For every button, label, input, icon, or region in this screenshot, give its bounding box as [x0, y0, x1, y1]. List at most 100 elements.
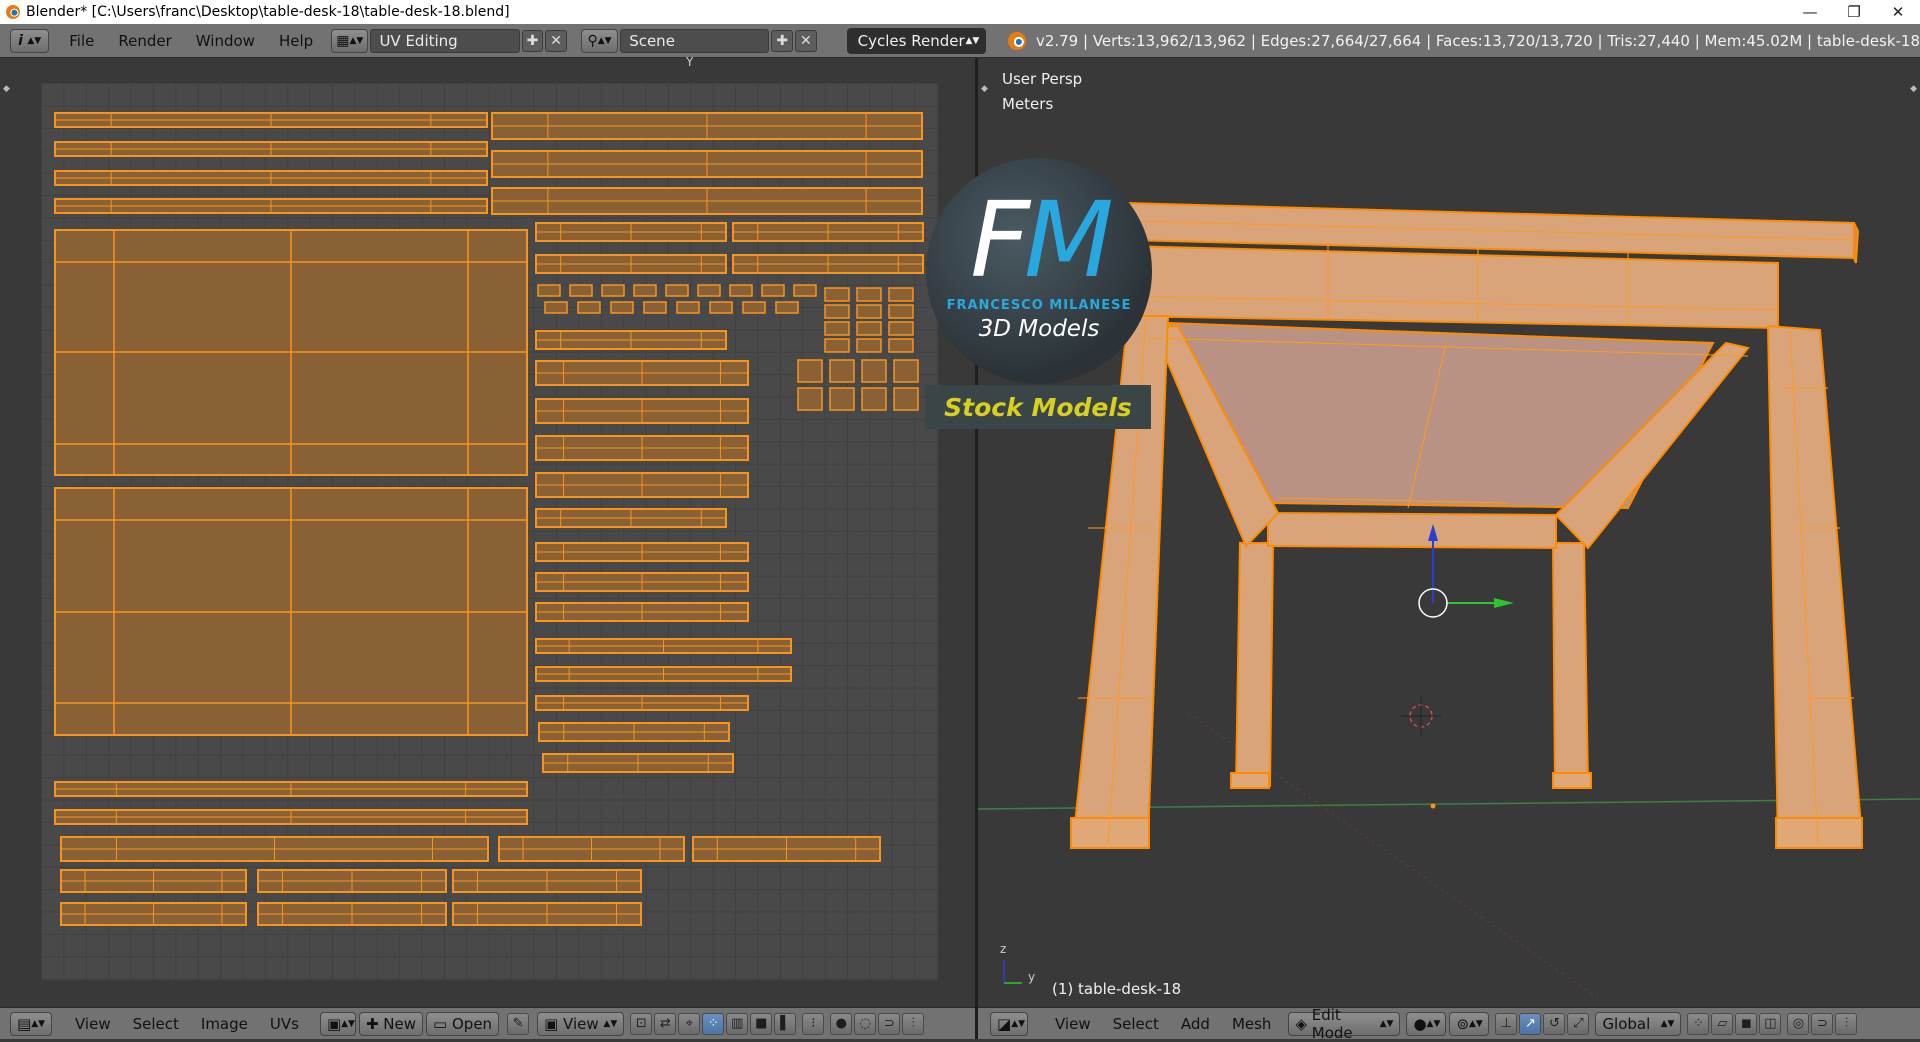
uv-menu-uvs[interactable]: UVs [259, 1015, 310, 1033]
mesh-foot-back-right[interactable] [1552, 772, 1592, 789]
snap-target-icon[interactable]: ⫶ [1835, 1012, 1858, 1035]
face-select-mode-icon[interactable]: ◼ [1735, 1012, 1758, 1035]
uv-island-small[interactable] [888, 304, 914, 319]
occlude-geometry-icon[interactable]: ◫ [1759, 1012, 1782, 1035]
cursor-select-icon[interactable]: ⌖ [678, 1012, 701, 1035]
uv-island-small[interactable] [856, 304, 882, 319]
translate-manipulator-icon[interactable]: ↗ [1519, 1012, 1542, 1035]
uv-island-small[interactable] [697, 284, 721, 297]
open-image-button[interactable]: ▭ Open [426, 1011, 500, 1036]
mesh-back-right-leg[interactable] [1551, 542, 1590, 787]
table-mesh-faces[interactable] [1070, 201, 1864, 849]
render-engine-dropdown[interactable]: Cycles Render ▲▼ [846, 27, 987, 54]
uv-island-small[interactable] [856, 287, 882, 302]
uv-island-small[interactable] [856, 321, 882, 336]
uv-island-small[interactable] [729, 284, 753, 297]
viewport-shading-dropdown[interactable]: ● ▲▼ [1406, 1011, 1447, 1036]
uv-island-small[interactable] [544, 301, 568, 314]
uv-island-small[interactable] [824, 338, 850, 353]
uv-island-small[interactable] [797, 359, 823, 383]
uv-canvas[interactable] [41, 83, 938, 980]
close-button[interactable]: ✕ [1876, 0, 1920, 24]
mesh-foot-front-right[interactable] [1775, 817, 1863, 849]
uv-island-small[interactable] [824, 321, 850, 336]
uv-island-small[interactable] [775, 301, 799, 314]
uv-island-small[interactable] [610, 301, 634, 314]
view3d-menu-add[interactable]: Add [1170, 1015, 1221, 1033]
interaction-mode-dropdown[interactable]: ◈ Edit Mode ▲▼ [1288, 1006, 1401, 1042]
pin-icon[interactable]: ✎ [507, 1012, 530, 1035]
uv-menu-view[interactable]: View [64, 1015, 122, 1033]
screen-layout-selector[interactable]: ▦ ▲▼ [331, 28, 369, 53]
menu-help[interactable]: Help [267, 24, 325, 58]
uv-island-small[interactable] [829, 387, 855, 411]
minimize-button[interactable]: — [1788, 0, 1832, 24]
image-browse-button[interactable]: ▣ ▲▼ [319, 1011, 356, 1036]
uv-island-small[interactable] [709, 301, 733, 314]
face-select-icon[interactable]: ■ [750, 1012, 773, 1035]
uv-island-small[interactable] [742, 301, 766, 314]
mesh-table-top-side[interactable] [1853, 222, 1860, 264]
uv-island-small[interactable] [888, 338, 914, 353]
vertex-select-icon[interactable]: ⁘ [702, 1012, 725, 1035]
scene-name-field[interactable]: Scene [620, 28, 770, 53]
edge-select-icon[interactable]: ▥ [726, 1012, 749, 1035]
uv-island-small[interactable] [824, 287, 850, 302]
add-layout-button[interactable]: ✚ [521, 29, 544, 52]
pivot-icon[interactable]: ⊡ [630, 1012, 653, 1035]
view3d-menu-mesh[interactable]: Mesh [1221, 1015, 1283, 1033]
edge-select-mode-icon[interactable]: ▱ [1711, 1012, 1734, 1035]
uv-island-small[interactable] [824, 304, 850, 319]
uv-island-small[interactable] [797, 387, 823, 411]
uv-view-mode-dropdown[interactable]: ▣ View ▲▼ [537, 1011, 625, 1036]
uv-island-small[interactable] [893, 387, 919, 411]
uv-island-small[interactable] [888, 321, 914, 336]
mesh-back-apron[interactable] [1267, 511, 1557, 550]
uv-menu-select[interactable]: Select [122, 1015, 190, 1033]
mesh-foot-back-left[interactable] [1230, 772, 1270, 789]
snap-icon[interactable]: ⊃ [878, 1012, 901, 1035]
uv-island-small[interactable] [601, 284, 625, 297]
uv-island-small[interactable] [793, 284, 817, 297]
uv-island-small[interactable] [861, 387, 887, 411]
uv-island-small[interactable] [829, 359, 855, 383]
uv-island-small[interactable] [676, 301, 700, 314]
uv-island-small[interactable] [577, 301, 601, 314]
scale-manipulator-icon[interactable]: ⤢ [1567, 1012, 1590, 1035]
new-image-button[interactable]: ✚ New [358, 1011, 424, 1036]
gizmo-y-arrow-icon[interactable] [1494, 598, 1514, 608]
snap-element-icon[interactable]: ⫶ [902, 1012, 925, 1035]
uv-menu-image[interactable]: Image [190, 1015, 259, 1033]
menu-window[interactable]: Window [184, 24, 267, 58]
transform-orientation-dropdown[interactable]: Global ▲▼ [1595, 1011, 1682, 1036]
proportional-edit-icon[interactable]: ● [830, 1012, 853, 1035]
sync-selection-icon[interactable]: ⇄ [654, 1012, 677, 1035]
delete-layout-button[interactable]: ✕ [545, 29, 567, 52]
view3d-menu-view[interactable]: View [1044, 1015, 1102, 1033]
uv-island-small[interactable] [888, 287, 914, 302]
region-toggle-left-icon[interactable]: ◆ [3, 84, 10, 94]
add-scene-button[interactable]: ✚ [771, 29, 794, 52]
menu-render[interactable]: Render [106, 24, 183, 58]
scene-selector[interactable]: ⚲ ▲▼ [580, 28, 619, 53]
uv-island-small[interactable] [861, 359, 887, 383]
proportional-editing-icon[interactable]: ◎ [1787, 1012, 1810, 1035]
vertex-select-mode-icon[interactable]: ⁘ [1687, 1012, 1710, 1035]
mesh-back-left-leg[interactable] [1234, 542, 1275, 787]
uv-island-small[interactable] [633, 284, 657, 297]
uv-island-small[interactable] [537, 284, 561, 297]
uv-island-small[interactable] [856, 338, 882, 353]
falloff-icon[interactable]: ◌ [854, 1012, 877, 1035]
uv-islands[interactable] [41, 83, 938, 980]
maximize-button[interactable]: ❐ [1832, 0, 1876, 24]
snap-toggle-icon[interactable]: ⊃ [1811, 1012, 1834, 1035]
pivot-point-dropdown[interactable]: ⊚ ▲▼ [1449, 1011, 1490, 1036]
uv-island-small[interactable] [643, 301, 667, 314]
manipulator-toggle-icon[interactable]: ⊥ [1495, 1012, 1518, 1035]
delete-scene-button[interactable]: ✕ [795, 29, 817, 52]
editor-type-uv-button[interactable]: ▤ ▲▼ [10, 1011, 52, 1036]
mesh-front-right-leg[interactable] [1766, 324, 1864, 845]
uv-island-small[interactable] [569, 284, 593, 297]
uv-island-small[interactable] [665, 284, 689, 297]
screen-layout-name-field[interactable]: UV Editing [370, 28, 520, 53]
